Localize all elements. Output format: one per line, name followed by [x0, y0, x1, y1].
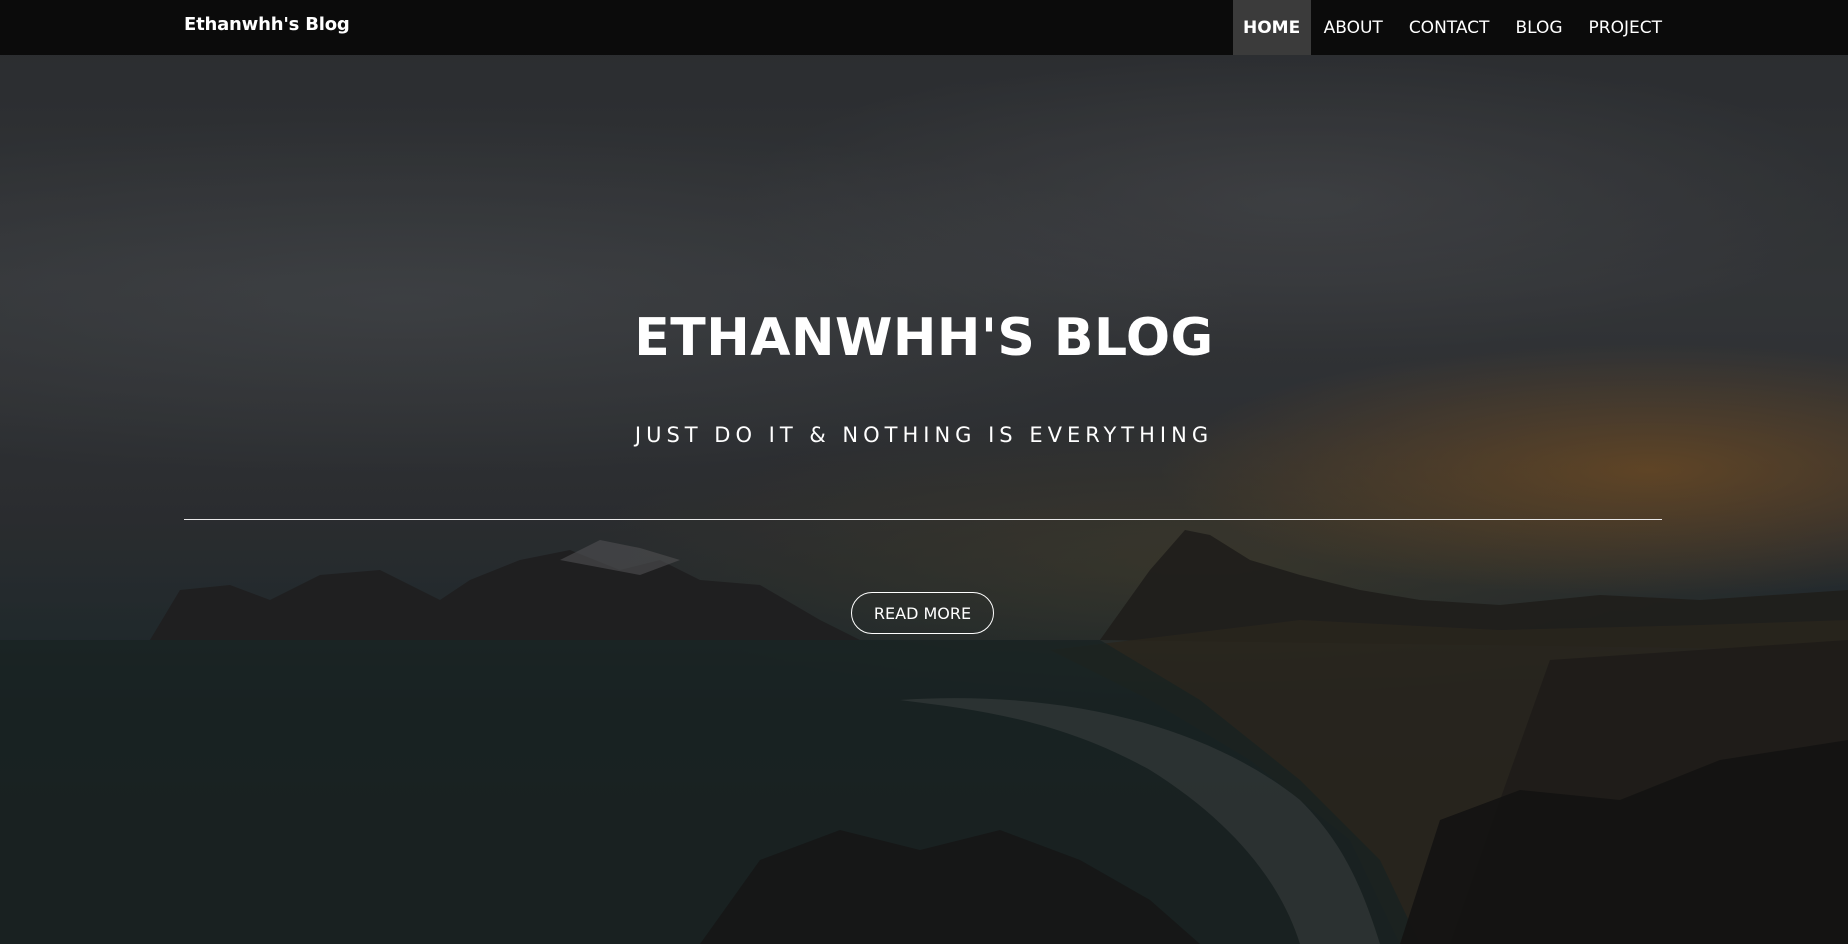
nav-item-blog[interactable]: BLOG: [1502, 0, 1575, 55]
hero-divider: [184, 519, 1662, 520]
hero-subtitle: JUST DO IT & NOTHING IS EVERYTHING: [634, 423, 1214, 447]
nav-item-project[interactable]: PROJECT: [1576, 0, 1848, 55]
top-navbar: Ethanwhh's Blog HOME ABOUT CONTACT BLOG …: [0, 0, 1848, 55]
nav-links: HOME ABOUT CONTACT BLOG PROJECT: [1232, 0, 1848, 55]
nav-item-about[interactable]: ABOUT: [1311, 0, 1396, 55]
nav-item-contact[interactable]: CONTACT: [1396, 0, 1503, 55]
read-more-button[interactable]: READ MORE: [851, 592, 994, 634]
nav-item-home[interactable]: HOME: [1232, 0, 1311, 55]
brand-logo[interactable]: Ethanwhh's Blog: [184, 14, 350, 35]
hero-title: ETHANWHH'S BLOG: [634, 308, 1214, 368]
page: Ethanwhh's Blog HOME ABOUT CONTACT BLOG …: [0, 0, 1848, 944]
hero-section: ETHANWHH'S BLOG JUST DO IT & NOTHING IS …: [0, 0, 1848, 944]
